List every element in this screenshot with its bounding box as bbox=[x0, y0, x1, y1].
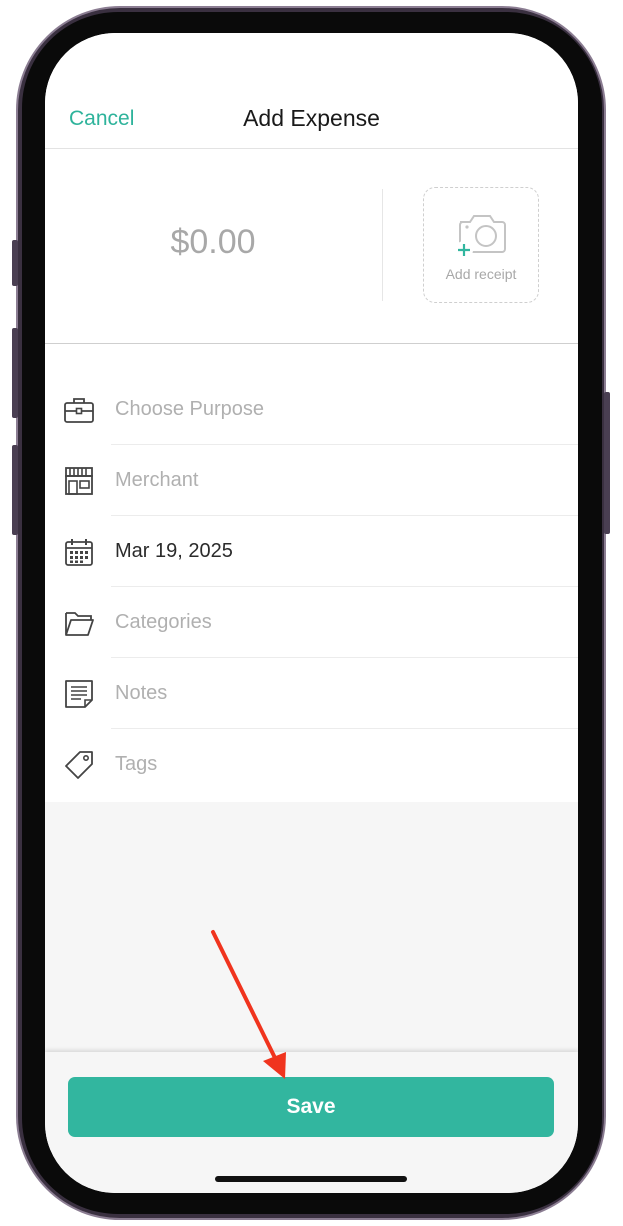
date-row[interactable]: Mar 19, 2025 bbox=[45, 516, 578, 587]
calendar-icon bbox=[65, 539, 93, 566]
vertical-divider bbox=[382, 189, 383, 301]
volume-up-button bbox=[12, 328, 18, 418]
notes-field: Notes bbox=[115, 682, 168, 704]
merchant-row[interactable]: Merchant bbox=[45, 445, 578, 516]
tags-field: Tags bbox=[115, 753, 158, 775]
categories-field: Categories bbox=[115, 611, 212, 633]
notes-icon bbox=[65, 680, 93, 708]
tag-icon bbox=[65, 751, 93, 779]
purpose-row[interactable]: Choose Purpose bbox=[45, 374, 578, 445]
camera-icon bbox=[456, 215, 506, 259]
expense-form: Choose Purpose Merchant Mar 19, 2025 Cat… bbox=[45, 344, 578, 802]
date-field: Mar 19, 2025 bbox=[115, 540, 233, 562]
mute-switch bbox=[12, 240, 18, 286]
tags-row[interactable]: Tags bbox=[45, 729, 578, 800]
purpose-field: Choose Purpose bbox=[115, 398, 264, 420]
page-title: Add Expense bbox=[243, 105, 380, 131]
save-button[interactable]: Save bbox=[68, 1077, 554, 1137]
phone-screen: Cancel Add Expense $0.00 Add receipt Cho… bbox=[45, 33, 578, 1193]
folder-icon bbox=[65, 612, 94, 636]
home-indicator bbox=[215, 1176, 407, 1182]
notes-row[interactable]: Notes bbox=[45, 658, 578, 729]
volume-down-button bbox=[12, 445, 18, 535]
empty-content-area bbox=[45, 802, 578, 1052]
categories-row[interactable]: Categories bbox=[45, 587, 578, 658]
merchant-field: Merchant bbox=[115, 469, 199, 491]
power-button bbox=[604, 392, 610, 534]
add-receipt-button[interactable]: Add receipt bbox=[423, 187, 539, 303]
amount-input[interactable]: $0.00 bbox=[45, 223, 381, 262]
add-receipt-label: Add receipt bbox=[445, 266, 517, 282]
nav-header: Cancel Add Expense bbox=[45, 33, 578, 149]
briefcase-icon bbox=[64, 398, 94, 423]
store-icon bbox=[65, 467, 93, 495]
amount-section: $0.00 Add receipt bbox=[45, 149, 578, 344]
footer-bar: Save bbox=[45, 1052, 578, 1193]
